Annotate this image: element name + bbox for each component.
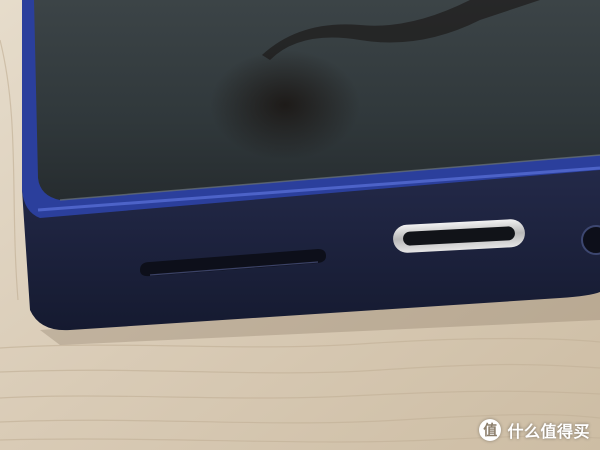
watermark-logo-icon: 值 bbox=[479, 419, 502, 441]
watermark-text: 什么值得买 bbox=[507, 422, 590, 441]
headphone-jack bbox=[581, 225, 600, 255]
watermark: 值 什么值得买 bbox=[479, 418, 590, 442]
screen-reflection bbox=[210, 50, 360, 160]
photo-scene bbox=[0, 0, 600, 450]
device-photo bbox=[0, 0, 600, 450]
